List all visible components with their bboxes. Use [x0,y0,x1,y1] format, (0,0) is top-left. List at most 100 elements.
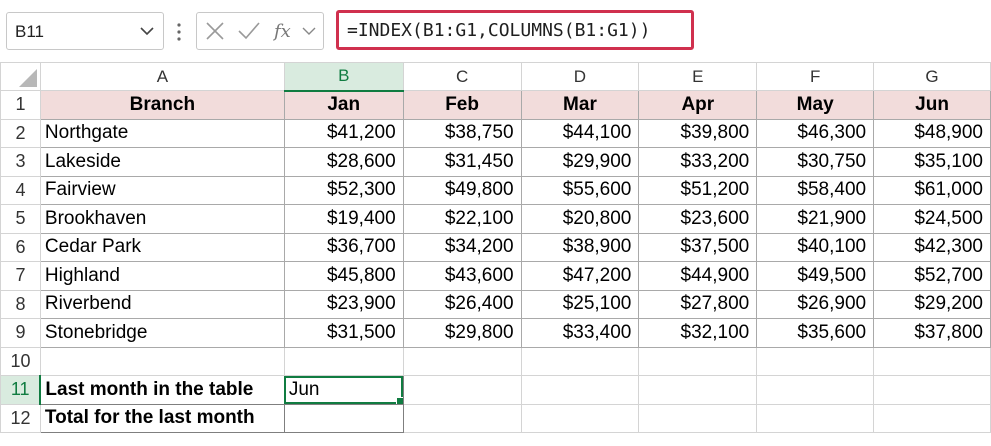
value-cell[interactable]: $25,100 [520,289,640,319]
name-box[interactable]: B11 [6,12,164,50]
summary-value-cell[interactable] [283,403,404,433]
value-cell[interactable]: $32,100 [638,318,758,348]
empty-cell[interactable] [873,403,991,433]
value-cell[interactable]: $39,800 [638,118,758,148]
empty-cell[interactable] [39,346,285,376]
enter-check-icon[interactable] [237,21,261,41]
insert-function-icon[interactable]: fx [273,19,297,43]
branch-cell[interactable]: Cedar Park [39,232,285,262]
column-header[interactable]: E [638,62,758,91]
empty-cell[interactable] [402,375,522,405]
empty-cell[interactable] [638,346,758,376]
branch-cell[interactable]: Lakeside [39,147,285,177]
value-cell[interactable]: $20,800 [520,204,640,234]
value-cell[interactable]: $47,200 [520,261,640,291]
value-cell[interactable]: $45,800 [283,261,404,291]
empty-cell[interactable] [873,346,991,376]
header-cell[interactable]: Apr [638,90,758,120]
summary-label[interactable]: Total for the last month [39,403,285,433]
branch-cell[interactable]: Brookhaven [39,204,285,234]
value-cell[interactable]: $44,100 [520,118,640,148]
column-header[interactable]: F [756,62,875,91]
branch-cell[interactable]: Northgate [39,118,285,148]
value-cell[interactable]: $42,300 [873,232,991,262]
row-header[interactable]: 10 [0,346,41,376]
cancel-icon[interactable] [205,21,225,41]
summary-label[interactable]: Last month in the table [39,375,285,405]
value-cell[interactable]: $22,100 [402,204,522,234]
value-cell[interactable]: $23,900 [283,289,404,319]
value-cell[interactable]: $29,200 [873,289,991,319]
header-cell[interactable]: Mar [520,90,640,120]
value-cell[interactable]: $38,900 [520,232,640,262]
empty-cell[interactable] [638,375,758,405]
empty-cell[interactable] [756,403,875,433]
value-cell[interactable]: $46,300 [756,118,875,148]
formula-input[interactable]: =INDEX(B1:G1,COLUMNS(B1:G1)) [336,10,694,50]
name-box-value[interactable]: B11 [15,22,44,42]
fill-handle[interactable] [395,396,403,404]
value-cell[interactable]: $40,100 [756,232,875,262]
row-header[interactable]: 6 [0,232,41,262]
row-header[interactable]: 9 [0,318,41,348]
value-cell[interactable]: $48,900 [873,118,991,148]
value-cell[interactable]: $29,900 [520,147,640,177]
value-cell[interactable]: $41,200 [283,118,404,148]
value-cell[interactable]: $49,500 [756,261,875,291]
select-all-button[interactable] [0,62,41,91]
column-header[interactable]: A [39,62,285,91]
row-header[interactable]: 11 [0,375,42,405]
empty-cell[interactable] [756,375,875,405]
value-cell[interactable]: $43,600 [402,261,522,291]
value-cell[interactable]: $58,400 [756,175,875,205]
chevron-down-icon[interactable] [139,22,155,40]
value-cell[interactable]: $51,200 [638,175,758,205]
empty-cell[interactable] [520,403,640,433]
value-cell[interactable]: $33,200 [638,147,758,177]
value-cell[interactable]: $49,800 [402,175,522,205]
value-cell[interactable]: $37,500 [638,232,758,262]
empty-cell[interactable] [402,346,522,376]
row-header[interactable]: 5 [0,204,41,234]
column-header[interactable]: B [283,62,404,92]
formula-text[interactable]: =INDEX(B1:G1,COLUMNS(B1:G1)) [347,20,650,41]
row-header[interactable]: 4 [0,175,41,205]
value-cell[interactable]: $61,000 [873,175,991,205]
value-cell[interactable]: $23,600 [638,204,758,234]
row-header[interactable]: 12 [0,403,41,433]
active-cell[interactable]: Jun [283,375,404,405]
empty-cell[interactable] [283,346,404,376]
value-cell[interactable]: $28,600 [283,147,404,177]
value-cell[interactable]: $38,750 [402,118,522,148]
value-cell[interactable]: $24,500 [873,204,991,234]
branch-cell[interactable]: Riverbend [39,289,285,319]
empty-cell[interactable] [756,346,875,376]
header-cell[interactable]: Jan [283,90,404,120]
column-header[interactable]: G [873,62,991,91]
active-cell-value[interactable]: Jun [289,379,320,400]
header-cell[interactable]: Branch [39,90,285,120]
value-cell[interactable]: $34,200 [402,232,522,262]
row-header[interactable]: 1 [0,90,41,120]
value-cell[interactable]: $35,600 [756,318,875,348]
column-header[interactable]: C [402,62,522,91]
empty-cell[interactable] [873,375,991,405]
value-cell[interactable]: $26,400 [402,289,522,319]
empty-cell[interactable] [520,346,640,376]
select-all-icon[interactable] [18,69,37,87]
header-cell[interactable]: May [756,90,875,120]
branch-cell[interactable]: Stonebridge [39,318,285,348]
value-cell[interactable]: $31,450 [402,147,522,177]
value-cell[interactable]: $35,100 [873,147,991,177]
row-header[interactable]: 7 [0,261,41,291]
value-cell[interactable]: $30,750 [756,147,875,177]
expand-chevron-icon[interactable] [301,23,317,39]
more-options-icon[interactable] [176,21,182,43]
value-cell[interactable]: $52,300 [283,175,404,205]
value-cell[interactable]: $55,600 [520,175,640,205]
header-cell[interactable]: Jun [873,90,991,120]
value-cell[interactable]: $31,500 [283,318,404,348]
empty-cell[interactable] [402,403,522,433]
value-cell[interactable]: $19,400 [283,204,404,234]
empty-cell[interactable] [520,375,640,405]
